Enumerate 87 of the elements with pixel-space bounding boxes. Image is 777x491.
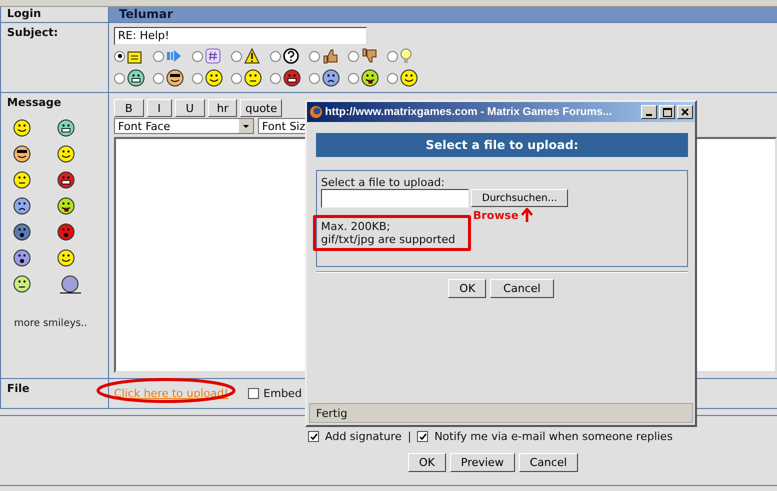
- smiley-icon: [13, 171, 31, 189]
- smiley-icon: [13, 275, 31, 293]
- window-title: http://www.matrixgames.com - Matrix Games Forums...: [325, 106, 613, 118]
- smiley-icon: [57, 249, 75, 267]
- smiley-icon: [13, 249, 31, 267]
- smiley-icon: [13, 197, 31, 215]
- format-button[interactable]: I: [146, 99, 172, 117]
- bulb-icon: [400, 48, 412, 64]
- smiley-icon: [57, 145, 75, 163]
- smiley-icon: [13, 119, 31, 137]
- question-icon: [283, 48, 299, 64]
- checkbox[interactable]: [308, 431, 319, 442]
- smiley-icon: [361, 69, 379, 87]
- checkbox[interactable]: [417, 431, 428, 442]
- limit-text: gif/txt/jpg are supported: [321, 233, 456, 246]
- close-button[interactable]: [677, 105, 693, 119]
- radio-button[interactable]: [114, 50, 125, 62]
- checkbox[interactable]: [248, 388, 260, 399]
- checkbox-label: Add signature: [325, 430, 402, 443]
- browser-icon: [309, 105, 323, 119]
- field-label: Login: [7, 7, 42, 20]
- username: Telumar: [118, 7, 174, 21]
- radio-button[interactable]: [348, 50, 359, 62]
- checkbox-label: Embed: [263, 387, 302, 400]
- smiley-icon: [205, 69, 223, 87]
- radio-button[interactable]: [153, 72, 164, 84]
- field-label: Subject:: [7, 26, 60, 39]
- browse-button[interactable]: Durchsuchen...: [471, 189, 568, 207]
- radio-button[interactable]: [270, 72, 281, 84]
- close-icon: [681, 108, 689, 116]
- dialog-heading: Select a file to upload:: [316, 133, 688, 157]
- more-smileys-link[interactable]: more smileys..: [14, 318, 102, 329]
- field-label: Select a file to upload:: [321, 176, 446, 189]
- radio-button[interactable]: [231, 72, 242, 84]
- checkbox-label: Notify me via e-mail when someone replies: [434, 430, 673, 443]
- dialog-button[interactable]: OK: [448, 279, 486, 298]
- radio-button[interactable]: [153, 50, 164, 62]
- smiley-icon: [13, 145, 31, 163]
- caret-icon: [239, 119, 253, 133]
- smiley-icon: [322, 69, 340, 87]
- smiley-icon: [400, 69, 418, 87]
- maximize-button[interactable]: [659, 105, 675, 119]
- format-button[interactable]: quote: [240, 99, 282, 117]
- radio-button[interactable]: [309, 50, 320, 62]
- maximize-icon: [662, 108, 672, 116]
- status-text: Fertig: [316, 406, 348, 420]
- radio-button[interactable]: [387, 72, 398, 84]
- smiley-icon: [13, 223, 31, 241]
- dialog-button[interactable]: Cancel: [490, 279, 554, 298]
- warning-icon: [244, 48, 260, 64]
- thumbs-up-icon: [322, 48, 338, 64]
- hash-icon: [205, 48, 221, 64]
- form-button[interactable]: OK: [408, 453, 446, 472]
- radio-button[interactable]: [387, 50, 398, 62]
- smiley-icon: [283, 69, 301, 87]
- smiley-icon: [57, 171, 75, 189]
- minimize-button[interactable]: [641, 105, 657, 119]
- format-button[interactable]: B: [114, 99, 144, 117]
- file-field[interactable]: [321, 189, 469, 208]
- radio-button[interactable]: [270, 50, 281, 62]
- format-button[interactable]: hr: [208, 99, 238, 117]
- radio-button[interactable]: [231, 50, 242, 62]
- format-button[interactable]: U: [174, 99, 205, 117]
- field-label: File: [7, 382, 31, 395]
- arrow-icon: [166, 48, 182, 64]
- radio-button[interactable]: [309, 72, 320, 84]
- arrow-icon: [520, 208, 533, 222]
- smiley-icon: [244, 69, 262, 87]
- blob-icon: [57, 275, 83, 295]
- form-button[interactable]: Preview: [450, 453, 515, 472]
- annotation: Browse: [473, 208, 519, 222]
- field-label: Message: [7, 96, 62, 109]
- limit-text: Max. 200KB;: [321, 220, 392, 233]
- form-button[interactable]: Cancel: [518, 453, 578, 472]
- font-face-select[interactable]: Font Face: [114, 118, 254, 134]
- smiley-icon: [166, 69, 184, 87]
- smiley-icon: [57, 223, 75, 241]
- smiley-icon: [127, 69, 145, 87]
- subject-field[interactable]: RE: Help!: [114, 27, 367, 45]
- radio-button[interactable]: [192, 72, 203, 84]
- separator: |: [408, 430, 412, 443]
- radio-button[interactable]: [348, 72, 359, 84]
- smiley-icon: [57, 197, 75, 215]
- radio-button[interactable]: [192, 50, 203, 62]
- thumbs-down-icon: [361, 48, 377, 64]
- smiley-icon: [57, 119, 75, 137]
- radio-button[interactable]: [114, 72, 125, 84]
